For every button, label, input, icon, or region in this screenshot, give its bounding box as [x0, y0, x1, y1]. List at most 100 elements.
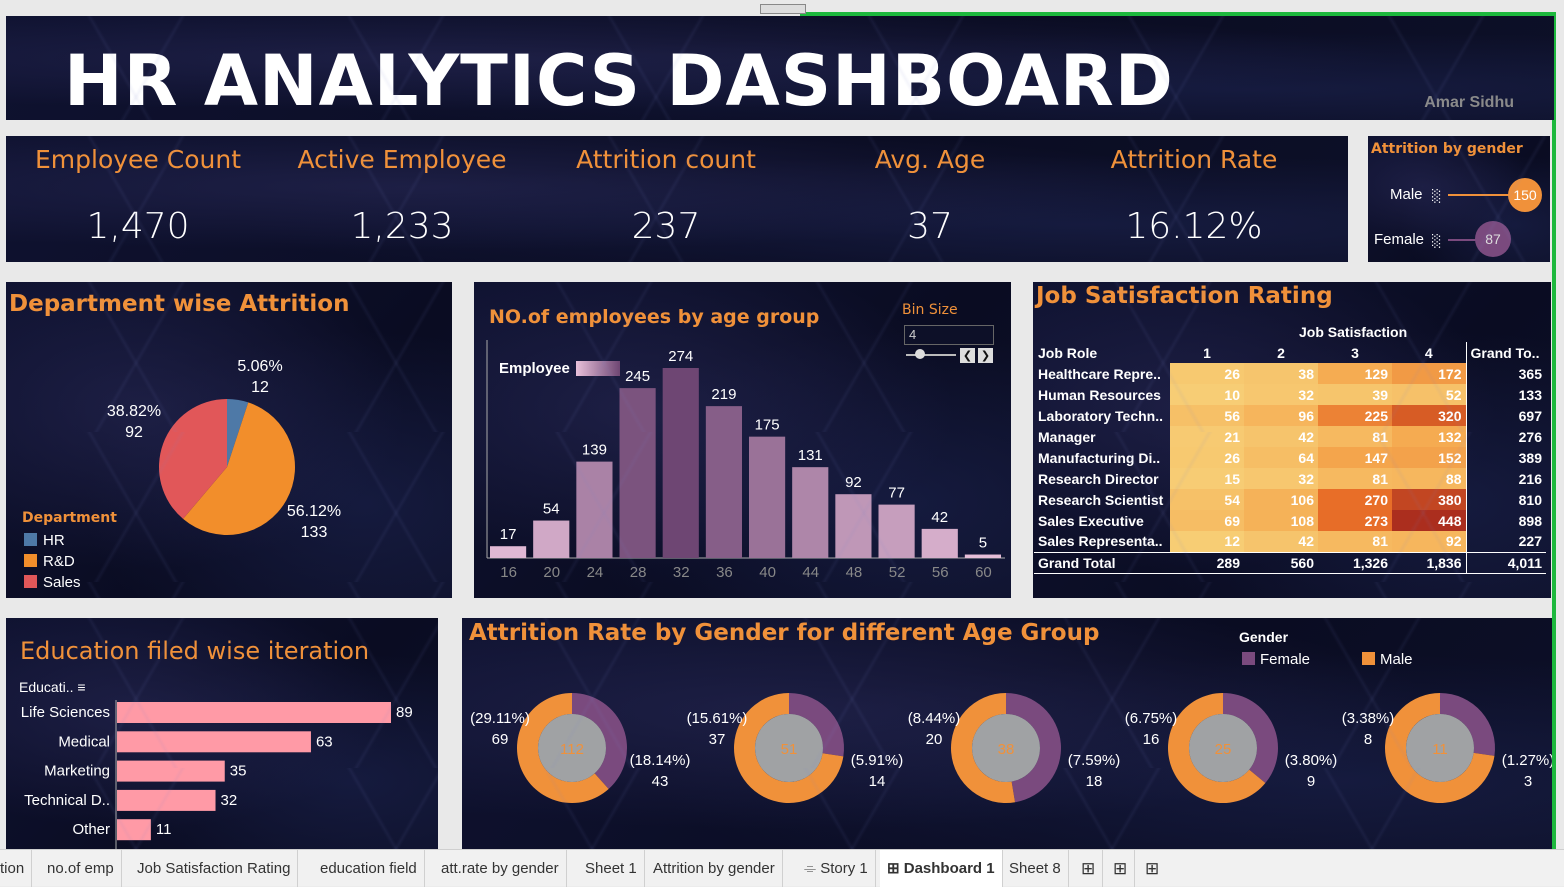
heatmap-cell[interactable]: 270	[1318, 489, 1392, 510]
legend-item-rd[interactable]: R&D	[24, 551, 81, 572]
heatmap-cell[interactable]: 32	[1244, 384, 1318, 405]
age-tick-label: 60	[975, 564, 992, 581]
heatmap-cell[interactable]: 42	[1244, 531, 1318, 552]
pie-label-sales-pct: 38.82%	[107, 403, 161, 420]
column-header[interactable]: 2	[1244, 342, 1318, 363]
table-row[interactable]: Manufacturing Di.. 26 64 147 152 389	[1034, 447, 1546, 468]
age-tick-label: 40	[759, 564, 776, 581]
heatmap-cell[interactable]: 273	[1318, 510, 1392, 531]
heatmap-cell[interactable]: 10	[1170, 384, 1244, 405]
tab-sheet-8[interactable]: Sheet 8	[1002, 850, 1069, 887]
table-row[interactable]: Sales Executive 69 108 273 448 898	[1034, 510, 1546, 531]
heatmap-cell[interactable]: 32	[1244, 468, 1318, 489]
legend-item-hr[interactable]: HR	[24, 530, 81, 551]
bar-chart-icon[interactable]: ░	[1432, 234, 1441, 248]
table-row[interactable]: Sales Representa.. 12 42 81 92 227	[1034, 531, 1546, 552]
table-row[interactable]: Research Scientist 54 106 270 380 810	[1034, 489, 1546, 510]
column-header[interactable]: 3	[1318, 342, 1392, 363]
heatmap-cell[interactable]: 172	[1392, 363, 1466, 384]
heatmap-cell[interactable]: 88	[1392, 468, 1466, 489]
table-row[interactable]: Manager 21 42 81 132 276	[1034, 426, 1546, 447]
grand-total-label: Grand Total	[1038, 554, 1116, 571]
heatmap-cell[interactable]: 81	[1318, 426, 1392, 447]
heatmap-cell[interactable]: 21	[1170, 426, 1244, 447]
heatmap-cell[interactable]: 96	[1244, 405, 1318, 426]
heatmap-cell[interactable]: 380	[1392, 489, 1466, 510]
donut-label: 8	[1364, 731, 1372, 748]
table-row[interactable]: Human Resources 10 32 39 52 133	[1034, 384, 1546, 405]
heatmap-cell[interactable]: 26	[1170, 363, 1244, 384]
heatmap-cell[interactable]: 54	[1170, 489, 1244, 510]
new-story-icon[interactable]: ⊞	[1138, 850, 1166, 887]
heatmap-cell[interactable]: 42	[1244, 426, 1318, 447]
tab-dashboard-1[interactable]: ⊞ Dashboard 1	[880, 850, 1003, 887]
age-bar	[490, 546, 527, 558]
new-dashboard-icon[interactable]: ⊞	[1106, 850, 1136, 887]
tab-no-of-emp[interactable]: no.of emp	[40, 850, 122, 887]
donut-label: 69	[492, 731, 509, 748]
heatmap-cell[interactable]: 38	[1244, 363, 1318, 384]
tab-sheet-1[interactable]: Sheet 1	[578, 850, 645, 887]
kpi-panel: Employee Count 1,470 Active Employee 1,233…	[6, 136, 1348, 262]
heatmap-cell[interactable]: 56	[1170, 405, 1244, 426]
heatmap-cell[interactable]: 12	[1170, 531, 1244, 552]
grand-total-cell: 365	[1465, 363, 1546, 384]
new-sheet-icon[interactable]: ⊞	[1074, 850, 1104, 887]
legend-item-sales[interactable]: Sales	[24, 572, 81, 593]
education-bar-label: 89	[396, 704, 413, 721]
heatmap-cell[interactable]: 132	[1392, 426, 1466, 447]
heatmap-cell[interactable]: 152	[1392, 447, 1466, 468]
bar-chart-icon[interactable]: ░	[1432, 189, 1441, 203]
heatmap-cell[interactable]: 108	[1244, 510, 1318, 531]
job-role-cell: Human Resources	[1038, 386, 1161, 403]
age-tick-label: 20	[543, 564, 560, 581]
pie-legend: HR R&D Sales	[24, 530, 81, 593]
education-category-label: Medical	[58, 733, 110, 750]
job-satisfaction-table[interactable]: Job Role 1 2 3 4 Grand To.. Healthcare Repre..…	[1034, 342, 1546, 574]
table-row[interactable]: Research Director 15 32 81 88 216	[1034, 468, 1546, 489]
heatmap-cell[interactable]: 26	[1170, 447, 1244, 468]
age-bar	[835, 494, 872, 558]
heatmap-cell[interactable]: 92	[1392, 531, 1466, 552]
tab-att-rate-gender[interactable]: att.rate by gender	[434, 850, 567, 887]
heatmap-cell[interactable]: 15	[1170, 468, 1244, 489]
age-histogram[interactable]: 17 16 54 20 139 24 245 28 274 32 219 36 175 40 131 44 92…	[474, 282, 1011, 598]
tab-job-satisfaction[interactable]: Job Satisfaction Rating	[130, 850, 299, 887]
resize-handle[interactable]	[760, 4, 806, 14]
tab-attrition[interactable]: tion	[0, 850, 33, 887]
column-header[interactable]: Grand To..	[1465, 342, 1546, 363]
age-bar	[792, 467, 829, 558]
age-bar-label: 42	[931, 509, 948, 526]
age-tick-label: 24	[587, 564, 604, 581]
heatmap-cell[interactable]: 448	[1392, 510, 1466, 531]
donut-charts[interactable]: 112 (29.11%) 69 (18.14%) 43 51 (15.61%) 37 (5.91…	[462, 618, 1552, 850]
heatmap-cell[interactable]: 39	[1318, 384, 1392, 405]
age-bar-label: 131	[798, 447, 823, 464]
education-bar-chart[interactable]: 89 Life Sciences 63 Medical 35 Marketing 32 Tec…	[6, 618, 438, 850]
heatmap-cell[interactable]: 320	[1392, 405, 1466, 426]
heatmap-cell[interactable]: 69	[1170, 510, 1244, 531]
heatmap-cell[interactable]: 129	[1318, 363, 1392, 384]
heatmap-cell[interactable]: 147	[1318, 447, 1392, 468]
tab-education-field[interactable]: education field	[313, 850, 425, 887]
heatmap-cell[interactable]: 52	[1392, 384, 1466, 405]
age-bar	[662, 368, 699, 558]
donut-label: (3.80%)	[1285, 752, 1338, 769]
gender-male-line	[1448, 194, 1510, 196]
heatmap-cell[interactable]: 81	[1318, 531, 1392, 552]
column-header[interactable]: 1	[1170, 342, 1244, 363]
donut-label: 16	[1143, 731, 1160, 748]
tab-story-1[interactable]: ⌯ Story 1	[797, 850, 876, 887]
tab-attrition-gender[interactable]: Attrition by gender	[646, 850, 783, 887]
heatmap-cell[interactable]: 225	[1318, 405, 1392, 426]
table-row[interactable]: Healthcare Repre.. 26 38 129 172 365	[1034, 363, 1546, 384]
heatmap-cell[interactable]: 64	[1244, 447, 1318, 468]
table-row[interactable]: Laboratory Techn.. 56 96 225 320 697	[1034, 405, 1546, 426]
heatmap-cell[interactable]: 106	[1244, 489, 1318, 510]
column-header[interactable]: 4	[1392, 342, 1466, 363]
heatmap-cell[interactable]: 81	[1318, 468, 1392, 489]
donut-total-label: 38	[998, 741, 1015, 758]
age-bar-label: 92	[845, 474, 862, 491]
gender-female-bubble[interactable]: 87	[1475, 221, 1511, 257]
gender-male-bubble[interactable]: 150	[1508, 178, 1542, 212]
